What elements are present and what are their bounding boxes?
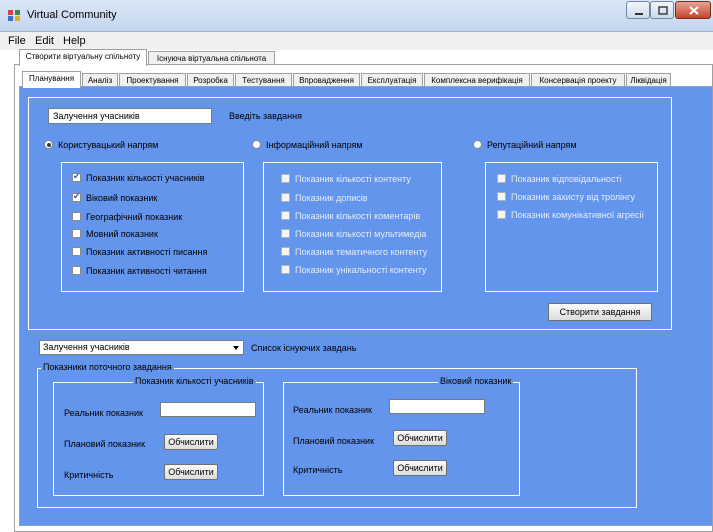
menu-file[interactable]: File [8, 35, 26, 47]
planned-value-label: Плановий показник [64, 439, 146, 449]
minimize-button[interactable] [626, 1, 650, 19]
calc-criticality-button[interactable]: Обчислити [164, 464, 218, 480]
existing-tasks-label: Список існуючих завдань [251, 343, 357, 353]
radio-user-direction-label: Користувацький напрям [58, 140, 159, 150]
menu-bar: File Edit Help [0, 32, 713, 50]
radio-reputation-direction[interactable] [473, 140, 482, 149]
current-task-indicators-title: Показники поточного завдання [41, 362, 174, 372]
content-count-label: Показник кількості контенту [295, 174, 411, 184]
real-value-input[interactable] [389, 399, 485, 414]
trolling-protection-label: Показник захисту від тролінгу [511, 192, 635, 202]
tab-planning[interactable]: Планування [22, 71, 81, 88]
close-icon [689, 6, 699, 15]
title-bar: Virtual Community [0, 0, 713, 32]
radio-user-direction[interactable] [44, 140, 53, 149]
participants-count-label: Показник кількості учасників [86, 173, 205, 183]
calc-planned-button[interactable]: Обчислити [393, 430, 447, 446]
task-input[interactable]: Залучення учасників [48, 108, 212, 124]
checkbox-trolling-protection[interactable] [497, 192, 506, 201]
checkbox-language[interactable] [72, 229, 81, 238]
writing-activity-label: Показник активності писання [86, 247, 208, 257]
task-input-hint: Введіть завдання [229, 111, 302, 121]
checkmark-icon: ✔ [73, 171, 81, 181]
minimize-icon [635, 13, 643, 15]
chevron-down-icon [233, 346, 239, 350]
uniqueness-label: Показник унікальності контенту [295, 265, 427, 275]
menu-help[interactable]: Help [63, 35, 86, 47]
participants-count-panel-title: Показник кількості учасників [133, 376, 256, 386]
criticality-label: Критичність [64, 470, 114, 480]
thematic-label: Показник тематичного контенту [295, 247, 428, 257]
checkbox-multimedia[interactable] [281, 229, 290, 238]
radio-info-direction[interactable] [252, 140, 261, 149]
checkbox-communicative-aggression[interactable] [497, 210, 506, 219]
responsibility-label: Показник відповідальності [511, 174, 622, 184]
checkmark-icon: ✔ [73, 191, 81, 201]
checkbox-geographic[interactable] [72, 212, 81, 221]
multimedia-label: Показник кількості мультимедіа [295, 229, 427, 239]
age-label: Віковий показник [86, 193, 158, 203]
real-value-input[interactable] [160, 402, 256, 417]
checkbox-participants-count[interactable]: ✔ [72, 171, 81, 182]
checkbox-posts[interactable] [281, 193, 290, 202]
checkbox-age[interactable]: ✔ [72, 191, 81, 202]
real-value-label: Реальник показник [293, 405, 372, 415]
checkbox-content-count[interactable] [281, 174, 290, 183]
criticality-label: Критичність [293, 465, 343, 475]
checkbox-comments[interactable] [281, 211, 290, 220]
app-icon [8, 10, 20, 21]
maximize-icon [658, 6, 668, 15]
geographic-label: Географічний показник [86, 212, 183, 222]
radio-info-direction-label: Інформаційний напрям [266, 140, 363, 150]
tab-create-community[interactable]: Створити віртуальну спільноту [19, 49, 147, 66]
close-button[interactable] [675, 1, 711, 19]
reading-activity-label: Показник активності читання [86, 266, 207, 276]
planned-value-label: Плановий показник [293, 436, 375, 446]
checkbox-writing-activity[interactable] [72, 247, 81, 256]
create-task-button[interactable]: Створити завдання [548, 303, 652, 321]
calc-criticality-button[interactable]: Обчислити [393, 460, 447, 476]
checkbox-responsibility[interactable] [497, 174, 506, 183]
checkbox-uniqueness[interactable] [281, 265, 290, 274]
maximize-button[interactable] [650, 1, 674, 19]
calc-planned-button[interactable]: Обчислити [164, 434, 218, 450]
checkbox-reading-activity[interactable] [72, 266, 81, 275]
existing-tasks-dropdown[interactable]: Залучення учасників [39, 340, 244, 355]
existing-tasks-selected: Залучення учасників [43, 342, 130, 352]
posts-label: Показник дописів [295, 193, 368, 203]
menu-edit[interactable]: Edit [35, 35, 54, 47]
radio-reputation-direction-label: Репутаційний напрям [487, 140, 577, 150]
window-title: Virtual Community [27, 9, 117, 21]
comments-label: Показник кількості коментарів [295, 211, 421, 221]
communicative-aggression-label: Показник комунікативної агресії [511, 210, 645, 220]
real-value-label: Реальник показник [64, 408, 143, 418]
age-panel-title: Віковий показник [438, 376, 514, 386]
checkbox-thematic[interactable] [281, 247, 290, 256]
language-label: Мовний показник [86, 229, 158, 239]
